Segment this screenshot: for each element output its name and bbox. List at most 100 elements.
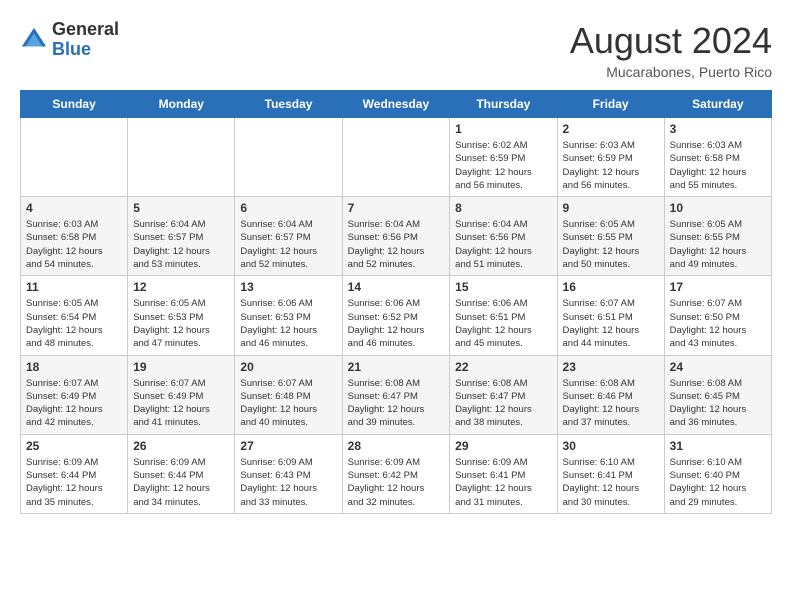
day-info: Sunrise: 6:05 AM Sunset: 6:55 PM Dayligh… [670,218,766,271]
logo: General Blue [20,20,119,60]
weekday-header-saturday: Saturday [664,91,771,118]
calendar-cell: 27 Sunrise: 6:09 AM Sunset: 6:43 PM Dayli… [235,434,342,513]
calendar-cell: 18 Sunrise: 6:07 AM Sunset: 6:49 PM Dayli… [21,355,128,434]
day-number: 30 [563,439,659,453]
title-block: August 2024 Mucarabones, Puerto Rico [570,20,772,80]
day-info: Sunrise: 6:09 AM Sunset: 6:43 PM Dayligh… [240,456,336,509]
logo-general: General [52,20,119,40]
weekday-header-wednesday: Wednesday [342,91,450,118]
day-info: Sunrise: 6:07 AM Sunset: 6:51 PM Dayligh… [563,297,659,350]
calendar-cell: 11 Sunrise: 6:05 AM Sunset: 6:54 PM Dayli… [21,276,128,355]
calendar-cell: 28Sunrise: 6:09 AM Sunset: 6:42 PM Dayli… [342,434,450,513]
page-header: General Blue August 2024 Mucarabones, Pu… [20,20,772,80]
calendar-cell: 10 Sunrise: 6:05 AM Sunset: 6:55 PM Dayli… [664,197,771,276]
day-number: 6 [240,201,336,215]
calendar-week-row: 25 Sunrise: 6:09 AM Sunset: 6:44 PM Dayli… [21,434,772,513]
day-info: Sunrise: 6:07 AM Sunset: 6:49 PM Dayligh… [26,377,122,430]
calendar-cell: 29 Sunrise: 6:09 AM Sunset: 6:41 PM Dayli… [450,434,557,513]
day-info: Sunrise: 6:06 AM Sunset: 6:52 PM Dayligh… [348,297,445,350]
calendar-cell: 21Sunrise: 6:08 AM Sunset: 6:47 PM Dayli… [342,355,450,434]
calendar-cell: 23Sunrise: 6:08 AM Sunset: 6:46 PM Dayli… [557,355,664,434]
day-number: 10 [670,201,766,215]
day-number: 21 [348,360,445,374]
day-info: Sunrise: 6:07 AM Sunset: 6:49 PM Dayligh… [133,377,229,430]
day-info: Sunrise: 6:05 AM Sunset: 6:55 PM Dayligh… [563,218,659,271]
day-number: 22 [455,360,551,374]
calendar-cell: 13Sunrise: 6:06 AM Sunset: 6:53 PM Dayli… [235,276,342,355]
calendar-week-row: 1Sunrise: 6:02 AM Sunset: 6:59 PM Daylig… [21,118,772,197]
day-number: 12 [133,280,229,294]
weekday-header-thursday: Thursday [450,91,557,118]
day-number: 19 [133,360,229,374]
day-info: Sunrise: 6:09 AM Sunset: 6:41 PM Dayligh… [455,456,551,509]
logo-text: General Blue [52,20,119,60]
day-info: Sunrise: 6:04 AM Sunset: 6:56 PM Dayligh… [455,218,551,271]
day-number: 1 [455,122,551,136]
calendar-cell: 30Sunrise: 6:10 AM Sunset: 6:41 PM Dayli… [557,434,664,513]
day-number: 11 [26,280,122,294]
calendar-cell: 31Sunrise: 6:10 AM Sunset: 6:40 PM Dayli… [664,434,771,513]
day-number: 29 [455,439,551,453]
day-number: 8 [455,201,551,215]
calendar-cell: 1Sunrise: 6:02 AM Sunset: 6:59 PM Daylig… [450,118,557,197]
day-number: 5 [133,201,229,215]
weekday-header-row: SundayMondayTuesdayWednesdayThursdayFrid… [21,91,772,118]
calendar-cell [235,118,342,197]
day-info: Sunrise: 6:08 AM Sunset: 6:45 PM Dayligh… [670,377,766,430]
day-number: 18 [26,360,122,374]
day-number: 4 [26,201,122,215]
day-number: 24 [670,360,766,374]
day-info: Sunrise: 6:04 AM Sunset: 6:57 PM Dayligh… [240,218,336,271]
day-info: Sunrise: 6:03 AM Sunset: 6:59 PM Dayligh… [563,139,659,192]
calendar-cell: 2 Sunrise: 6:03 AM Sunset: 6:59 PM Daylig… [557,118,664,197]
day-number: 2 [563,122,659,136]
day-number: 27 [240,439,336,453]
calendar-cell: 14 Sunrise: 6:06 AM Sunset: 6:52 PM Dayli… [342,276,450,355]
calendar-week-row: 18 Sunrise: 6:07 AM Sunset: 6:49 PM Dayli… [21,355,772,434]
calendar-week-row: 11 Sunrise: 6:05 AM Sunset: 6:54 PM Dayli… [21,276,772,355]
day-info: Sunrise: 6:04 AM Sunset: 6:57 PM Dayligh… [133,218,229,271]
day-info: Sunrise: 6:07 AM Sunset: 6:48 PM Dayligh… [240,377,336,430]
day-number: 14 [348,280,445,294]
calendar-cell: 15 Sunrise: 6:06 AM Sunset: 6:51 PM Dayli… [450,276,557,355]
calendar-cell: 17 Sunrise: 6:07 AM Sunset: 6:50 PM Dayli… [664,276,771,355]
day-number: 28 [348,439,445,453]
calendar-cell: 7Sunrise: 6:04 AM Sunset: 6:56 PM Daylig… [342,197,450,276]
calendar-cell: 5 Sunrise: 6:04 AM Sunset: 6:57 PM Daylig… [128,197,235,276]
day-info: Sunrise: 6:06 AM Sunset: 6:51 PM Dayligh… [455,297,551,350]
calendar-cell: 8 Sunrise: 6:04 AM Sunset: 6:56 PM Daylig… [450,197,557,276]
day-info: Sunrise: 6:07 AM Sunset: 6:50 PM Dayligh… [670,297,766,350]
day-info: Sunrise: 6:05 AM Sunset: 6:53 PM Dayligh… [133,297,229,350]
day-info: Sunrise: 6:09 AM Sunset: 6:44 PM Dayligh… [26,456,122,509]
calendar-cell [342,118,450,197]
weekday-header-tuesday: Tuesday [235,91,342,118]
day-info: Sunrise: 6:08 AM Sunset: 6:46 PM Dayligh… [563,377,659,430]
day-number: 15 [455,280,551,294]
day-info: Sunrise: 6:05 AM Sunset: 6:54 PM Dayligh… [26,297,122,350]
month-year-title: August 2024 [570,20,772,62]
calendar-cell: 3 Sunrise: 6:03 AM Sunset: 6:58 PM Daylig… [664,118,771,197]
day-number: 20 [240,360,336,374]
day-number: 17 [670,280,766,294]
calendar-cell: 12 Sunrise: 6:05 AM Sunset: 6:53 PM Dayli… [128,276,235,355]
calendar-cell [128,118,235,197]
day-info: Sunrise: 6:04 AM Sunset: 6:56 PM Dayligh… [348,218,445,271]
day-number: 16 [563,280,659,294]
logo-blue: Blue [52,40,119,60]
calendar-cell: 9 Sunrise: 6:05 AM Sunset: 6:55 PM Daylig… [557,197,664,276]
day-number: 31 [670,439,766,453]
calendar-cell [21,118,128,197]
day-number: 13 [240,280,336,294]
calendar-cell: 24 Sunrise: 6:08 AM Sunset: 6:45 PM Dayli… [664,355,771,434]
day-info: Sunrise: 6:03 AM Sunset: 6:58 PM Dayligh… [26,218,122,271]
calendar-cell: 22Sunrise: 6:08 AM Sunset: 6:47 PM Dayli… [450,355,557,434]
calendar-week-row: 4 Sunrise: 6:03 AM Sunset: 6:58 PM Daylig… [21,197,772,276]
day-number: 9 [563,201,659,215]
logo-icon [20,26,48,54]
day-number: 25 [26,439,122,453]
calendar-cell: 6 Sunrise: 6:04 AM Sunset: 6:57 PM Daylig… [235,197,342,276]
day-number: 3 [670,122,766,136]
calendar-cell: 16 Sunrise: 6:07 AM Sunset: 6:51 PM Dayli… [557,276,664,355]
day-number: 26 [133,439,229,453]
day-info: Sunrise: 6:03 AM Sunset: 6:58 PM Dayligh… [670,139,766,192]
